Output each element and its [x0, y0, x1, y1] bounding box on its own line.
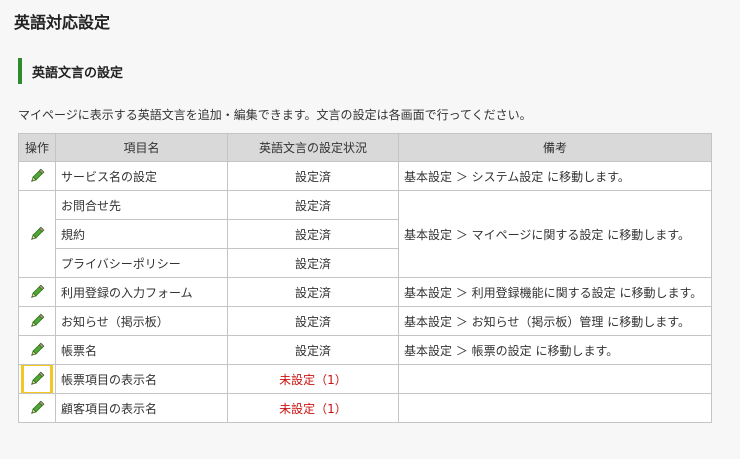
operation-cell: [18, 190, 56, 278]
item-name: お知らせ（掲示板）: [55, 306, 228, 336]
status-cell: 設定済: [227, 277, 399, 307]
note-cell: [398, 364, 712, 394]
table-row: 顧客項目の表示名 未設定（1）: [18, 393, 712, 423]
status-cell: 設定済: [227, 335, 399, 365]
status-cell: 未設定（1）: [227, 364, 399, 394]
section-heading: 英語文言の設定: [18, 58, 123, 84]
status-cell: 未設定（1）: [227, 393, 399, 423]
item-name: サービス名の設定: [55, 161, 228, 191]
table-row: サービス名の設定 設定済 基本設定 ＞ システム設定 に移動します。: [18, 161, 712, 191]
pencil-icon[interactable]: [26, 397, 48, 419]
note-cell: 基本設定 ＞ 利用登録機能に関する設定 に移動します。: [398, 277, 712, 307]
status-cell: 設定済: [227, 306, 399, 336]
item-name: プライバシーポリシー: [55, 248, 228, 278]
pencil-icon[interactable]: [26, 339, 48, 361]
item-name: 利用登録の入力フォーム: [55, 277, 228, 307]
note-cell: 基本設定 ＞ マイページに関する設定 に移動します。: [398, 190, 712, 278]
table-row: 帳票項目の表示名 未設定（1）: [18, 364, 712, 394]
item-name: 顧客項目の表示名: [55, 393, 228, 423]
operation-cell: [18, 364, 56, 394]
status-cell: 設定済: [227, 219, 399, 249]
table-header-row: 操作 項目名 英語文言の設定状況 備考: [18, 133, 712, 162]
pencil-icon[interactable]: [26, 281, 48, 303]
header-status: 英語文言の設定状況: [227, 133, 399, 162]
table-row: お問合せ先 設定済 基本設定 ＞ マイページに関する設定 に移動します。: [18, 190, 712, 278]
header-note: 備考: [398, 133, 712, 162]
note-cell: 基本設定 ＞ システム設定 に移動します。: [398, 161, 712, 191]
section-accent-bar: [18, 58, 22, 84]
section-title: 英語文言の設定: [32, 65, 124, 81]
status-cell: 設定済: [227, 190, 399, 220]
english-settings-table: 操作 項目名 英語文言の設定状況 備考 サービス名の設定 設定済 基本設定 ＞ …: [18, 133, 712, 423]
table-row: 帳票名 設定済 基本設定 ＞ 帳票の設定 に移動します。: [18, 335, 712, 365]
operation-cell: [18, 306, 56, 336]
status-cell: 設定済: [227, 161, 399, 191]
operation-cell: [18, 161, 56, 191]
item-name: お問合せ先: [55, 190, 228, 220]
item-name: 規約: [55, 219, 228, 249]
item-name: 帳票項目の表示名: [55, 364, 228, 394]
operation-cell: [18, 277, 56, 307]
note-cell: 基本設定 ＞ 帳票の設定 に移動します。: [398, 335, 712, 365]
status-cell: 設定済: [227, 248, 399, 278]
pencil-icon[interactable]: [21, 365, 53, 393]
description-text: マイページに表示する英語文言を追加・編集できます。文言の設定は各画面で行ってくだ…: [18, 108, 532, 122]
operation-cell: [18, 393, 56, 423]
pencil-icon[interactable]: [26, 310, 48, 332]
table-row: お知らせ（掲示板） 設定済 基本設定 ＞ お知らせ（掲示板）管理 に移動します。: [18, 306, 712, 336]
page-title: 英語対応設定: [14, 13, 111, 32]
operation-cell: [18, 335, 56, 365]
pencil-icon[interactable]: [26, 165, 48, 187]
pencil-icon[interactable]: [26, 223, 48, 245]
header-item-name: 項目名: [55, 133, 228, 162]
header-operation: 操作: [18, 133, 56, 162]
table-row: 利用登録の入力フォーム 設定済 基本設定 ＞ 利用登録機能に関する設定 に移動し…: [18, 277, 712, 307]
item-name: 帳票名: [55, 335, 228, 365]
note-cell: 基本設定 ＞ お知らせ（掲示板）管理 に移動します。: [398, 306, 712, 336]
note-cell: [398, 393, 712, 423]
